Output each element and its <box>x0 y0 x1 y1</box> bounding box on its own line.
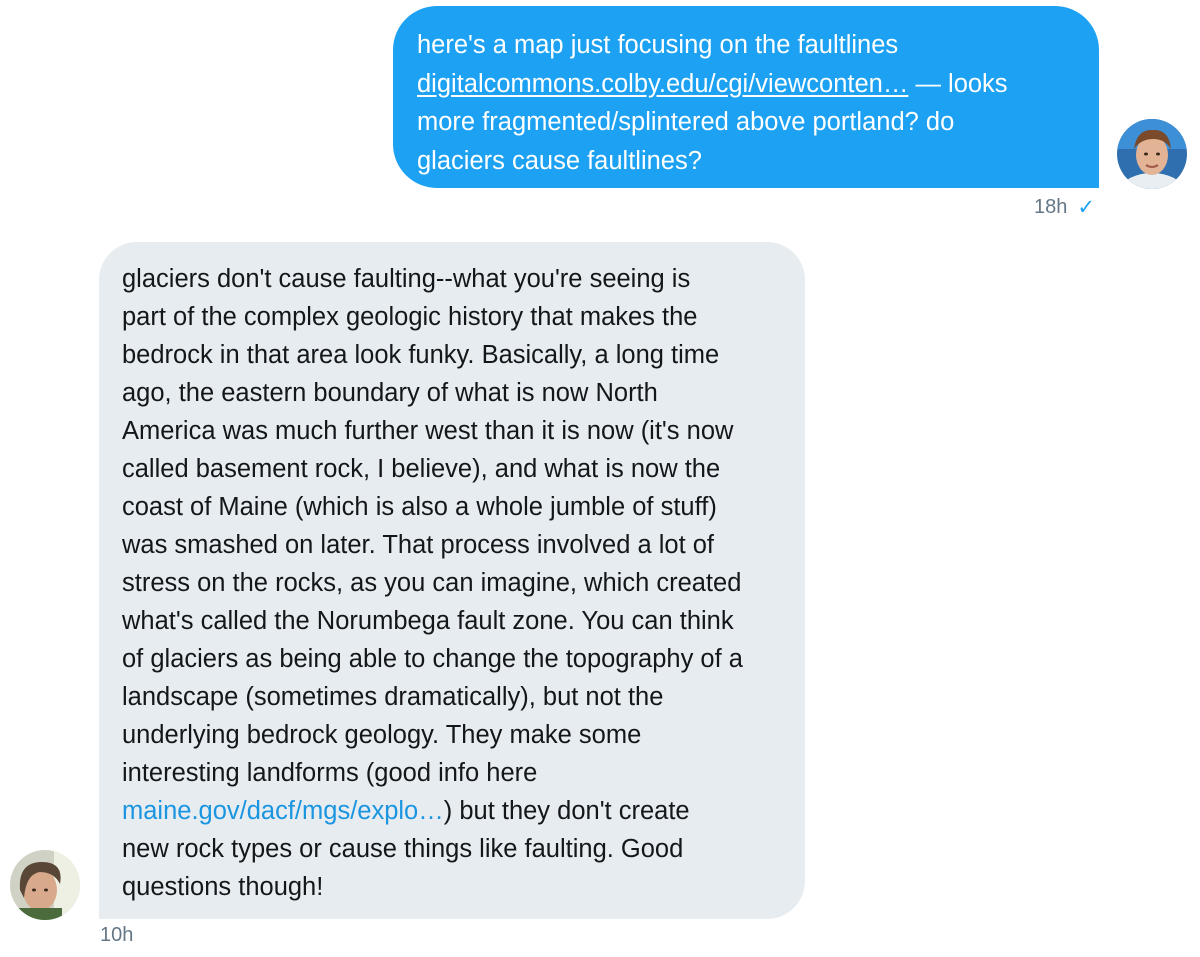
incoming-message-line: called basement rock, I believe), and wh… <box>122 455 721 483</box>
incoming-message-line: of glaciers as being able to change the … <box>122 645 743 673</box>
incoming-message-line: America was much further west than it is… <box>122 417 734 445</box>
outgoing-message-bubble[interactable]: here's a map just focusing on the faultl… <box>393 6 1099 188</box>
outgoing-timestamp: 18h <box>1034 196 1068 218</box>
incoming-message-line: part of the complex geologic history tha… <box>122 303 698 331</box>
incoming-message-line: ago, the eastern boundary of what is now… <box>122 379 658 407</box>
outgoing-message-line: here's a map just focusing on the faultl… <box>417 31 899 59</box>
maine-gov-link[interactable]: maine.gov/dacf/mgs/explo… <box>122 797 444 825</box>
incoming-message-line: bedrock in that area look funky. Basical… <box>122 341 720 369</box>
incoming-message-line: landscape (sometimes dramatically), but … <box>122 683 664 711</box>
incoming-message-line: new rock types or cause things like faul… <box>122 835 684 863</box>
incoming-message-line: underlying bedrock geology. They make so… <box>122 721 642 749</box>
map-link[interactable]: digitalcommons.colby.edu/cgi/viewconten… <box>417 70 908 98</box>
incoming-message-line: interesting landforms (good info here <box>122 759 538 787</box>
incoming-message-line: glaciers don't cause faulting--what you'… <box>122 265 691 293</box>
incoming-message-line: coast of Maine (which is also a whole ju… <box>122 493 717 521</box>
outgoing-message-meta: 18h ✓ <box>1034 195 1095 220</box>
incoming-timestamp: 10h <box>100 924 134 946</box>
incoming-message-bubble[interactable]: glaciers don't cause faulting--what you'… <box>99 242 805 919</box>
user-avatar-icon[interactable] <box>1117 119 1187 189</box>
incoming-message-text: ) but they don't create <box>443 797 690 825</box>
checkmark-icon: ✓ <box>1077 196 1095 219</box>
contact-avatar-icon[interactable] <box>10 850 80 920</box>
incoming-message-line: questions though! <box>122 873 324 901</box>
incoming-message-line: maine.gov/dacf/mgs/explo…) but they don'… <box>122 792 785 830</box>
incoming-message-line: stress on the rocks, as you can imagine,… <box>122 569 742 597</box>
outgoing-message-line: digitalcommons.colby.edu/cgi/viewconten…… <box>417 65 1069 104</box>
outgoing-message-line: glaciers cause faultlines? <box>417 146 702 175</box>
outgoing-message-text: — looks <box>908 69 1008 98</box>
incoming-message-line: what's called the Norumbega fault zone. … <box>122 607 734 635</box>
incoming-message-line: was smashed on later. That process invol… <box>122 531 715 559</box>
outgoing-message-line: more fragmented/splintered above portlan… <box>417 108 955 136</box>
